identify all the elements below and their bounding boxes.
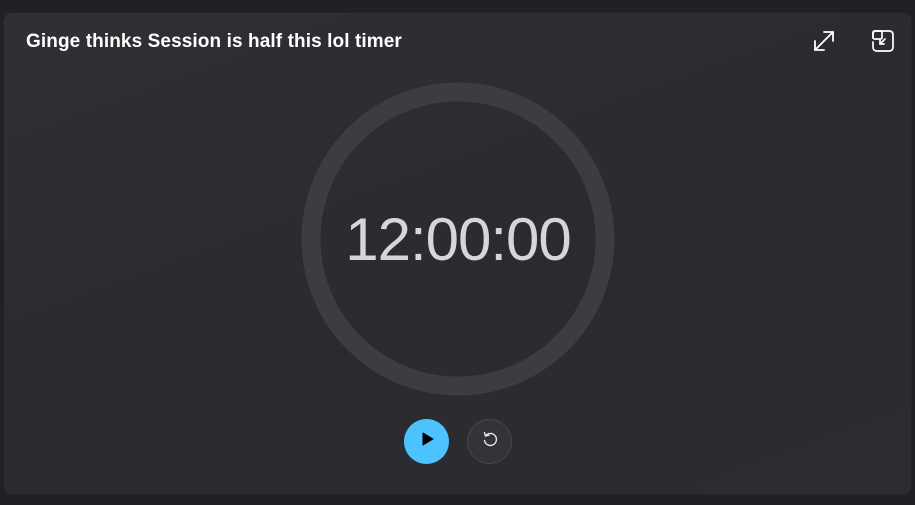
timer-display: 12:00:00 [345, 205, 572, 273]
timer-card: Ginge thinks Session is half this lol ti… [4, 13, 911, 494]
play-button[interactable] [404, 419, 449, 464]
expand-button[interactable] [806, 25, 842, 57]
reset-button[interactable] [467, 419, 512, 464]
compact-overlay-button[interactable] [865, 25, 901, 57]
timer-title: Ginge thinks Session is half this lol ti… [26, 31, 402, 52]
play-icon [418, 430, 436, 453]
reset-icon [481, 430, 499, 453]
picture-in-picture-icon [870, 28, 896, 54]
expand-diagonal-icon [811, 28, 837, 54]
progress-ring: 12:00:00 [301, 82, 615, 396]
